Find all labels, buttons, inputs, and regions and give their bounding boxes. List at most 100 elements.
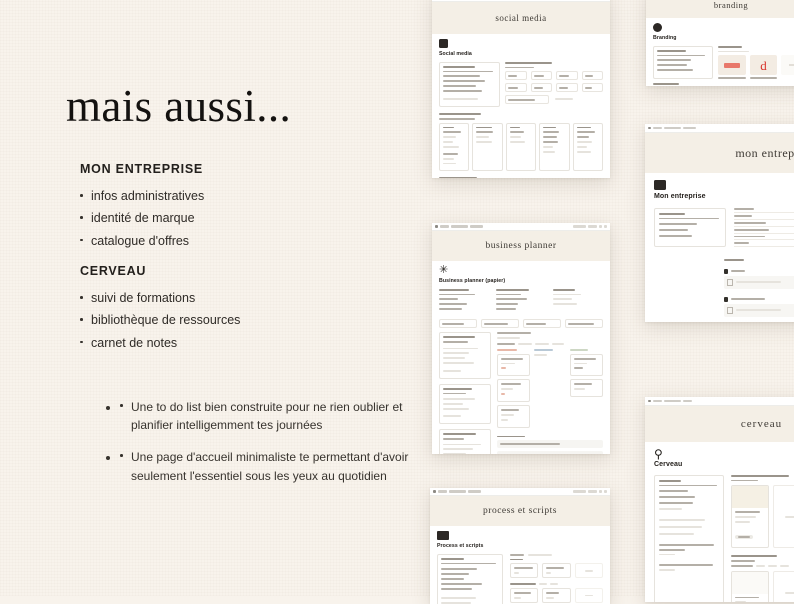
list-item: bibliothèque de ressources [80, 309, 240, 331]
menu-panel[interactable] [437, 554, 503, 604]
list-item: infos administratives [80, 185, 204, 207]
notion-breadcrumb-bar [430, 488, 610, 496]
note-item: Une page d'accueil minimaliste te permet… [120, 448, 420, 484]
notion-breadcrumb-bar [432, 223, 610, 231]
logo-preview [718, 55, 746, 76]
documents-panel [654, 268, 794, 317]
page-heading: Process et scripts [437, 543, 484, 549]
page-heading: Social media [439, 51, 472, 57]
page-body: Branding d [646, 18, 794, 86]
page-icon [654, 180, 666, 190]
section-title: CERVEAU [80, 264, 147, 278]
screenshot-card-branding[interactable]: branding Branding d [646, 0, 794, 86]
hero-banner: mon entreprise [645, 133, 794, 173]
page-body: ✳ Business planner (papier) [432, 261, 610, 454]
breadcrumb-item [468, 490, 481, 493]
notion-breadcrumb-bar [645, 124, 794, 133]
note-item: Une to do list bien construite pour ne r… [120, 398, 420, 434]
section-mon-entreprise: MON ENTREPRISE infos administratives ide… [80, 162, 204, 252]
hero-title: mon entreprise [735, 145, 794, 160]
breadcrumb-item [440, 225, 449, 228]
breadcrumb-item [664, 126, 681, 130]
menu-icon [648, 126, 651, 130]
list-item: carnet de notes [80, 332, 240, 354]
logo-mark-glyph: d [760, 57, 767, 73]
page-body: Social media [432, 34, 610, 178]
notes-list: Une to do list bien construite pour ne r… [80, 398, 420, 499]
gallery-card-empty[interactable] [773, 485, 794, 549]
screenshot-card-mon-entreprise[interactable]: mon entreprise Mon entreprise [645, 124, 794, 322]
hero-title: process et scripts [483, 506, 557, 516]
breadcrumb-item [664, 399, 681, 403]
hero-banner: branding [646, 0, 794, 18]
gallery-card[interactable] [731, 570, 769, 602]
hero-banner: business planner [432, 231, 610, 261]
screenshot-card-social-media[interactable]: social media Social media [432, 0, 610, 178]
board-column [497, 348, 530, 428]
list-item: identité de marque [80, 207, 204, 229]
menu-panel[interactable] [439, 62, 500, 108]
section-mon-entreprise [439, 289, 489, 313]
page-heading: Business planner (papier) [439, 278, 506, 284]
asterisk-icon: ✳ [439, 264, 449, 276]
content-panel [731, 475, 794, 602]
board-column [570, 348, 604, 428]
section-header [439, 177, 603, 178]
page-body: Process et scripts [430, 526, 610, 604]
page-heading: Mon entreprise [654, 193, 706, 200]
hero-title: branding [713, 0, 749, 10]
hero-title: social media [495, 13, 547, 23]
screenshot-card-process-et-scripts[interactable]: process et scripts Process et scripts [430, 488, 610, 604]
page-icon [439, 39, 448, 48]
section-list: suivi de formations bibliothèque de ress… [80, 287, 240, 354]
file-dropzone[interactable] [724, 303, 794, 317]
screenshot-card-business-planner[interactable]: business planner ✳ Business planner (pap… [432, 223, 610, 454]
breadcrumb-item [653, 126, 662, 130]
page-icon [437, 531, 449, 540]
page-title: mais aussi... [66, 81, 292, 131]
page-body: Mon entreprise [645, 173, 794, 317]
lock-icon [724, 296, 728, 302]
notion-breadcrumb-bar [645, 397, 794, 406]
left-rail [439, 332, 491, 454]
menu-icon [433, 490, 436, 493]
section-title: MON ENTREPRISE [80, 162, 204, 176]
hero-banner: social media [432, 2, 610, 34]
documents-header [654, 259, 794, 261]
breadcrumb-item [438, 490, 447, 493]
menu-panel[interactable] [654, 475, 724, 602]
info-fields-panel [734, 208, 794, 248]
brain-icon: ⚲ [654, 447, 663, 461]
gallery-card-empty[interactable] [773, 570, 794, 602]
publications-panel [505, 62, 603, 107]
gallery-card[interactable] [731, 485, 769, 549]
breadcrumb-item [683, 126, 696, 130]
menu-panel[interactable] [654, 208, 726, 248]
breadcrumb-item [683, 399, 692, 403]
hero-banner: process et scripts [430, 496, 610, 526]
hero-title: cerveau [740, 418, 783, 430]
board-area [497, 332, 604, 454]
page-icon [653, 23, 662, 32]
breadcrumb-item [653, 399, 662, 403]
logos-panel: d [718, 46, 794, 80]
breadcrumb-item [449, 490, 466, 493]
list-item: suivi de formations [80, 287, 240, 309]
list-item: catalogue d'offres [80, 230, 204, 252]
page-heading: Cerveau [654, 461, 683, 468]
page-body: ⚲ Cerveau [645, 442, 794, 602]
file-dropzone[interactable] [724, 275, 794, 289]
menu-panel[interactable] [653, 46, 713, 80]
section-cerveau: CERVEAU suivi de formations bibliothèque… [80, 264, 240, 354]
section-mon-cerveau [553, 289, 603, 313]
breadcrumb-item [451, 225, 468, 228]
lock-icon [724, 268, 728, 274]
hero-title: business planner [485, 241, 557, 251]
copy-column: mais aussi... MON ENTREPRISE infos admin… [0, 0, 420, 596]
breadcrumb-item [470, 225, 483, 228]
page-heading: Branding [653, 35, 677, 41]
screenshot-card-cerveau[interactable]: cerveau ⚲ Cerveau [645, 397, 794, 602]
section-list: infos administratives identité de marque… [80, 185, 204, 252]
board-column [533, 348, 567, 428]
menu-icon [435, 225, 438, 228]
